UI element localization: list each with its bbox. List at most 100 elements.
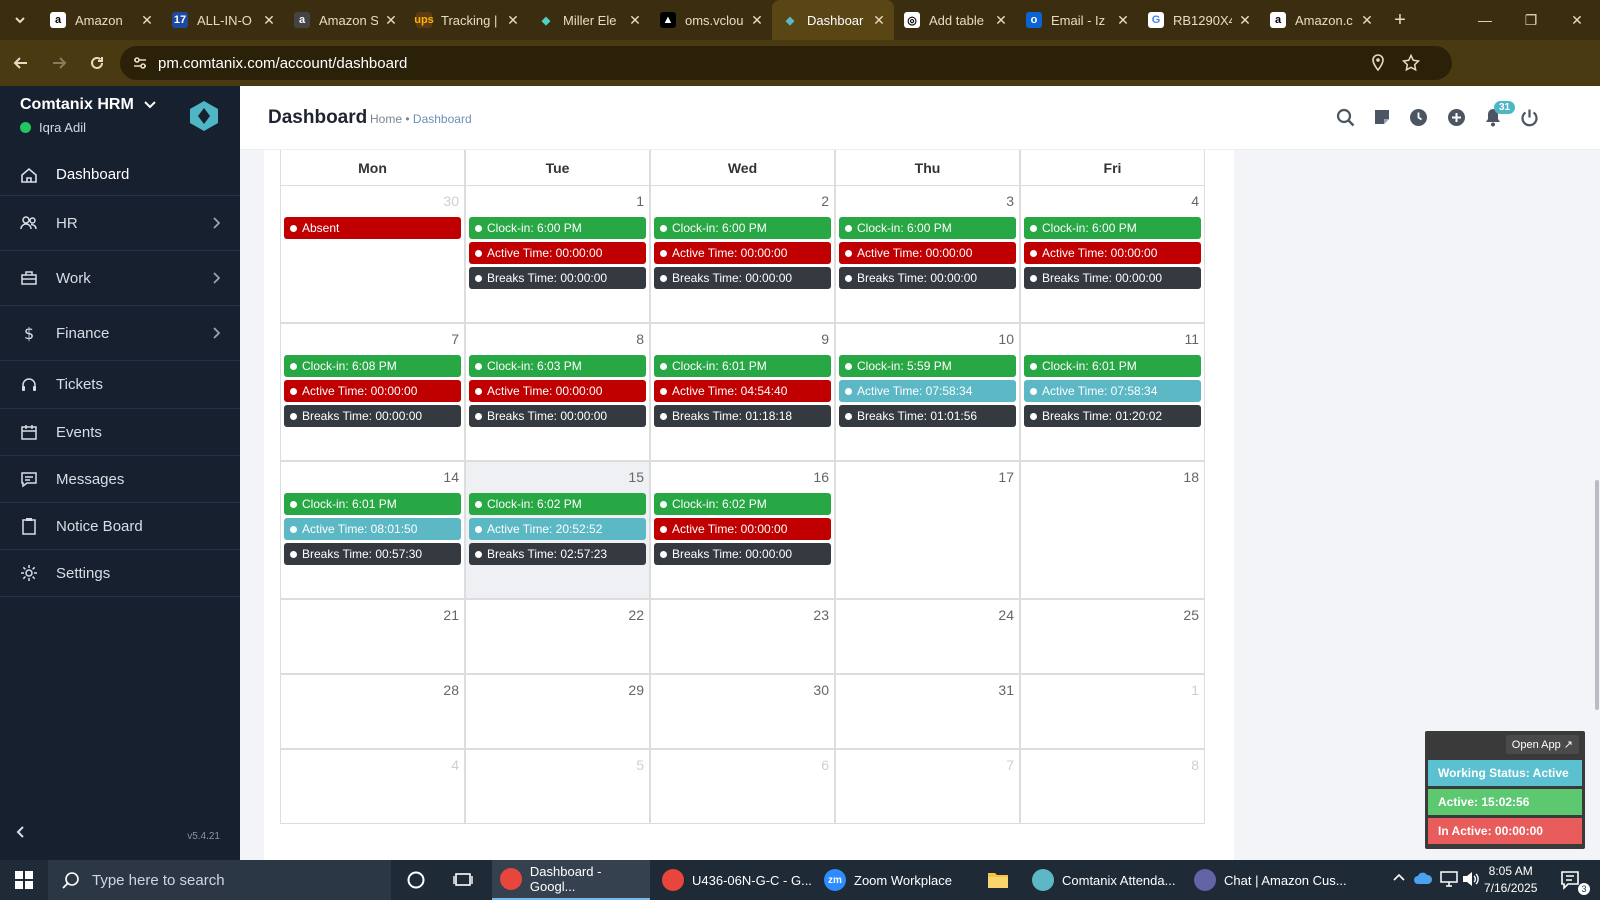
calendar-day-cell[interactable]: 23 bbox=[650, 599, 835, 674]
attendance-event[interactable]: Active Time: 00:00:00 bbox=[654, 518, 831, 540]
attendance-event[interactable]: Breaks Time: 02:57:23 bbox=[469, 543, 646, 565]
browser-tab[interactable]: 17 ALL-IN-O ✕ bbox=[162, 0, 284, 40]
attendance-event[interactable]: Clock-in: 6:00 PM bbox=[1024, 217, 1201, 239]
browser-tab[interactable]: ▲ oms.vclou ✕ bbox=[650, 0, 772, 40]
close-tab-icon[interactable]: ✕ bbox=[140, 12, 154, 29]
browser-tab[interactable]: G RB1290X4 ✕ bbox=[1138, 0, 1260, 40]
calendar-day-cell[interactable]: 5 bbox=[465, 749, 650, 824]
attendance-event[interactable]: Clock-in: 6:03 PM bbox=[469, 355, 646, 377]
sidebar-item-tickets[interactable]: Tickets bbox=[0, 361, 240, 409]
tray-chevron-up-icon[interactable] bbox=[1392, 871, 1406, 885]
close-tab-icon[interactable]: ✕ bbox=[1116, 12, 1130, 29]
attendance-event[interactable]: Clock-in: 5:59 PM bbox=[839, 355, 1016, 377]
open-app-button[interactable]: Open App ↗ bbox=[1505, 735, 1579, 754]
calendar-day-cell[interactable]: 7 bbox=[835, 749, 1020, 824]
browser-tab[interactable]: ups Tracking | ✕ bbox=[406, 0, 528, 40]
calendar-day-cell[interactable]: 7 Clock-in: 6:08 PM Active Time: 00:00:00 B… bbox=[280, 323, 465, 461]
calendar-day-cell[interactable]: 28 bbox=[280, 674, 465, 749]
network-icon[interactable] bbox=[1440, 871, 1458, 887]
close-window-button[interactable]: ✕ bbox=[1554, 0, 1600, 40]
attendance-event[interactable]: Active Time: 00:00:00 bbox=[469, 242, 646, 264]
taskbar-app-button[interactable]: Comtanix Attenda... bbox=[1024, 860, 1182, 900]
close-tab-icon[interactable]: ✕ bbox=[872, 12, 886, 29]
attendance-event[interactable]: Breaks Time: 01:18:18 bbox=[654, 405, 831, 427]
attendance-event[interactable]: Breaks Time: 00:00:00 bbox=[284, 405, 461, 427]
tab-search-button[interactable] bbox=[0, 0, 40, 40]
onedrive-icon[interactable] bbox=[1413, 871, 1433, 885]
attendance-event[interactable]: Active Time: 00:00:00 bbox=[1024, 242, 1201, 264]
calendar-day-cell[interactable]: 8 Clock-in: 6:03 PM Active Time: 00:00:00 B… bbox=[465, 323, 650, 461]
sidebar-item-work[interactable]: Work bbox=[0, 251, 240, 306]
reload-button[interactable] bbox=[80, 46, 114, 80]
taskbar-search-box[interactable]: Type here to search bbox=[48, 860, 391, 900]
calendar-day-cell[interactable]: 1 bbox=[1020, 674, 1205, 749]
breadcrumb-home[interactable]: Home bbox=[370, 112, 402, 126]
calendar-day-cell[interactable]: 30 bbox=[650, 674, 835, 749]
collapse-sidebar-button[interactable] bbox=[14, 825, 28, 839]
minimize-button[interactable]: — bbox=[1462, 0, 1508, 40]
taskbar-app-button[interactable]: Dashboard - Googl... bbox=[492, 860, 650, 900]
attendance-event[interactable]: Active Time: 20:52:52 bbox=[469, 518, 646, 540]
sticky-note-icon[interactable] bbox=[1373, 108, 1393, 128]
add-circle-icon[interactable] bbox=[1447, 108, 1467, 128]
attendance-event[interactable]: Breaks Time: 01:20:02 bbox=[1024, 405, 1201, 427]
close-tab-icon[interactable]: ✕ bbox=[1360, 12, 1374, 29]
calendar-day-cell[interactable]: 6 bbox=[650, 749, 835, 824]
attendance-event[interactable]: Clock-in: 6:01 PM bbox=[1024, 355, 1201, 377]
calendar-day-cell[interactable]: 17 bbox=[835, 461, 1020, 599]
sidebar-item-hr[interactable]: HR bbox=[0, 196, 240, 251]
calendar-day-cell[interactable]: 22 bbox=[465, 599, 650, 674]
calendar-day-cell[interactable]: 3 Clock-in: 6:00 PM Active Time: 00:00:00 B… bbox=[835, 185, 1020, 323]
sidebar-item-events[interactable]: Events bbox=[0, 409, 240, 456]
attendance-event[interactable]: Breaks Time: 00:57:30 bbox=[284, 543, 461, 565]
attendance-event[interactable]: Breaks Time: 01:01:56 bbox=[839, 405, 1016, 427]
address-bar[interactable]: pm.comtanix.com/account/dashboard bbox=[120, 46, 1452, 80]
calendar-day-cell[interactable]: 9 Clock-in: 6:01 PM Active Time: 04:54:40 B… bbox=[650, 323, 835, 461]
attendance-event[interactable]: Active Time: 00:00:00 bbox=[469, 380, 646, 402]
attendance-event[interactable]: Breaks Time: 00:00:00 bbox=[469, 267, 646, 289]
attendance-event[interactable]: Clock-in: 6:01 PM bbox=[654, 355, 831, 377]
calendar-day-cell[interactable]: 8 bbox=[1020, 749, 1205, 824]
attendance-event[interactable]: Active Time: 00:00:00 bbox=[284, 380, 461, 402]
calendar-day-cell[interactable]: 15 Clock-in: 6:02 PM Active Time: 20:52:52… bbox=[465, 461, 650, 599]
close-tab-icon[interactable]: ✕ bbox=[384, 12, 398, 29]
new-tab-button[interactable]: + bbox=[1382, 9, 1418, 32]
attendance-event[interactable]: Breaks Time: 00:00:00 bbox=[654, 267, 831, 289]
sidebar-item-notice-board[interactable]: Notice Board bbox=[0, 503, 240, 550]
attendance-event[interactable]: Breaks Time: 00:00:00 bbox=[1024, 267, 1201, 289]
start-button[interactable] bbox=[0, 860, 48, 900]
browser-tab[interactable]: a Amazon.c ✕ bbox=[1260, 0, 1382, 40]
attendance-event[interactable]: Active Time: 08:01:50 bbox=[284, 518, 461, 540]
file-explorer-icon[interactable] bbox=[987, 870, 1009, 890]
calendar-day-cell[interactable]: 1 Clock-in: 6:00 PM Active Time: 00:00:00 B… bbox=[465, 185, 650, 323]
taskbar-app-button[interactable]: U436-06N-G-C - G... bbox=[654, 860, 812, 900]
attendance-event[interactable]: Clock-in: 6:00 PM bbox=[839, 217, 1016, 239]
close-tab-icon[interactable]: ✕ bbox=[506, 12, 520, 29]
attendance-event[interactable]: Clock-in: 6:01 PM bbox=[284, 493, 461, 515]
restore-button[interactable]: ❐ bbox=[1508, 0, 1554, 40]
close-tab-icon[interactable]: ✕ bbox=[750, 12, 764, 29]
sidebar-item-settings[interactable]: Settings bbox=[0, 550, 240, 597]
attendance-event[interactable]: Breaks Time: 00:00:00 bbox=[469, 405, 646, 427]
back-button[interactable] bbox=[4, 46, 38, 80]
browser-tab[interactable]: ◎ Add table ✕ bbox=[894, 0, 1016, 40]
calendar-day-cell[interactable]: 2 Clock-in: 6:00 PM Active Time: 00:00:00 B… bbox=[650, 185, 835, 323]
volume-icon[interactable] bbox=[1462, 871, 1480, 887]
calendar-day-cell[interactable]: 24 bbox=[835, 599, 1020, 674]
search-icon[interactable] bbox=[1336, 108, 1356, 128]
taskbar-app-button[interactable]: zm Zoom Workplace bbox=[816, 860, 966, 900]
attendance-event[interactable]: Active Time: 07:58:34 bbox=[1024, 380, 1201, 402]
calendar-day-cell[interactable]: 4 Clock-in: 6:00 PM Active Time: 00:00:00 B… bbox=[1020, 185, 1205, 323]
calendar-day-cell[interactable]: 14 Clock-in: 6:01 PM Active Time: 08:01:50… bbox=[280, 461, 465, 599]
cortana-icon[interactable] bbox=[406, 870, 426, 890]
power-icon[interactable] bbox=[1520, 108, 1540, 128]
browser-tab[interactable]: o Email - Iz ✕ bbox=[1016, 0, 1138, 40]
attendance-event[interactable]: Active Time: 00:00:00 bbox=[839, 242, 1016, 264]
attendance-event[interactable]: Clock-in: 6:02 PM bbox=[654, 493, 831, 515]
calendar-day-cell[interactable]: 25 bbox=[1020, 599, 1205, 674]
attendance-event[interactable]: Absent bbox=[284, 217, 461, 239]
close-tab-icon[interactable]: ✕ bbox=[1238, 12, 1252, 29]
taskbar-app-button[interactable]: Chat | Amazon Cus... bbox=[1186, 860, 1354, 900]
calendar-day-cell[interactable]: 31 bbox=[835, 674, 1020, 749]
attendance-event[interactable]: Active Time: 04:54:40 bbox=[654, 380, 831, 402]
